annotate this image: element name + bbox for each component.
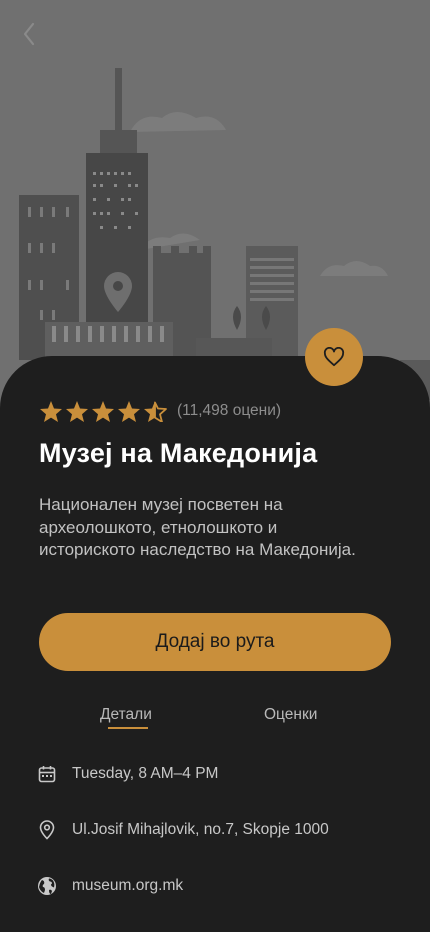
star-half-icon (144, 401, 167, 422)
tab-reviews[interactable]: Оценки (264, 706, 317, 724)
rating-summary: (11,498 оцени) (39, 399, 281, 423)
website-link[interactable]: museum.org.mk (72, 877, 183, 895)
star-rating (39, 400, 167, 422)
page-title: Музеј на Македонија (39, 438, 318, 468)
active-tab-indicator (108, 727, 148, 729)
favorite-button[interactable] (305, 328, 363, 386)
rating-count: (11,498 оцени) (177, 402, 282, 419)
star-icon (40, 401, 62, 422)
place-description: Национален музеј посветен на археолошкот… (39, 495, 356, 559)
tab-details[interactable]: Детали (100, 706, 152, 724)
heart-icon (323, 347, 345, 367)
globe-icon (37, 876, 57, 896)
info-hours: Tuesday, 8 AM–4 PM (37, 762, 218, 786)
address: Ul.Josif Mihajlovik, no.7, Skopje 1000 (72, 821, 329, 838)
back-button[interactable] (22, 22, 54, 54)
tab-bar: Детали Оценки (0, 702, 430, 736)
calendar-icon (37, 764, 57, 784)
add-to-route-button[interactable]: Додај во рута (39, 613, 391, 671)
star-icon (66, 401, 88, 422)
info-website[interactable]: museum.org.mk (37, 874, 183, 898)
info-address[interactable]: Ul.Josif Mihajlovik, no.7, Skopje 1000 (37, 818, 329, 842)
location-pin-icon (37, 820, 57, 840)
opening-hours: Tuesday, 8 AM–4 PM (72, 765, 219, 782)
chevron-left-icon (23, 22, 35, 46)
star-icon (118, 401, 140, 422)
star-icon (92, 401, 114, 422)
